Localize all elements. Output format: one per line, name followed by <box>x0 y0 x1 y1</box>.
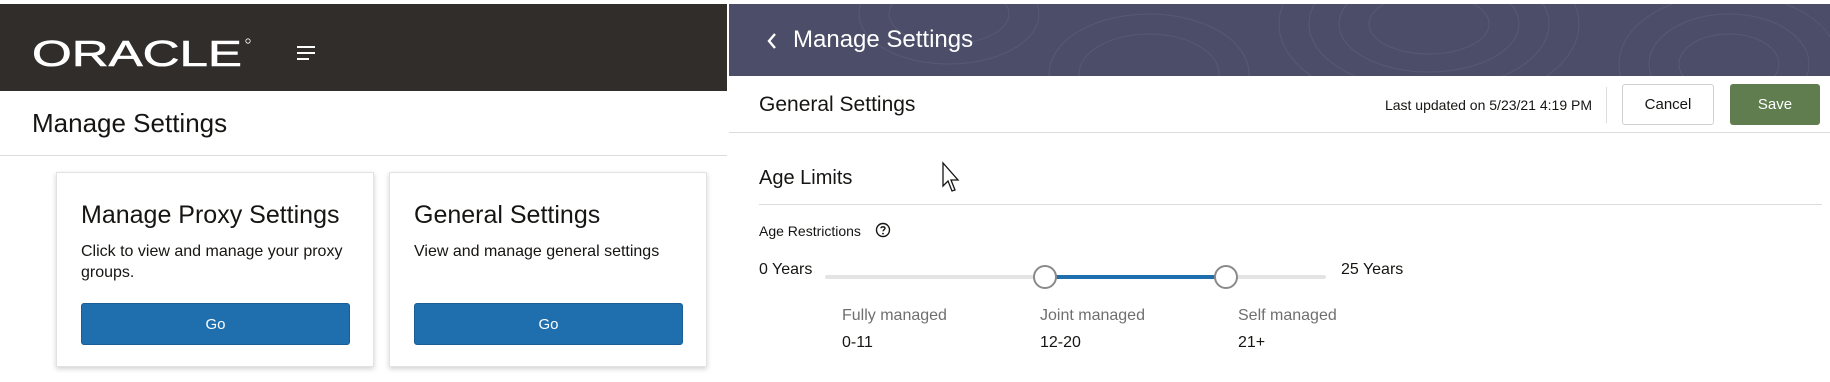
oracle-logo: ORACLE <box>32 36 251 70</box>
right-panel: Manage Settings General Settings Last up… <box>729 0 1830 382</box>
range-self-managed: Self managed 21+ <box>1238 307 1337 352</box>
section-page-title: General Settings <box>759 93 916 116</box>
last-updated-text: Last updated on 5/23/21 4:19 PM <box>1384 97 1592 113</box>
proxy-settings-card: Manage Proxy Settings Click to view and … <box>56 172 374 367</box>
card-title: Manage Proxy Settings <box>81 201 340 229</box>
general-settings-card: General Settings View and manage general… <box>389 172 707 367</box>
range-name: Fully managed <box>842 307 947 324</box>
chevron-left-icon[interactable] <box>765 31 779 51</box>
range-name: Joint managed <box>1040 307 1145 324</box>
settings-toolbar: General Settings Last updated on 5/23/21… <box>729 76 1830 133</box>
slider-min-label: 0 Years <box>759 261 813 278</box>
age-range-slider-track[interactable] <box>825 275 1326 279</box>
card-title: General Settings <box>414 201 601 229</box>
mouse-cursor-icon <box>942 161 960 192</box>
card-description: Click to view and manage your proxy grou… <box>81 243 343 281</box>
oracle-logo-text: ORACLE <box>32 36 242 70</box>
age-limits-heading: Age Limits <box>759 167 853 189</box>
age-range-slider-fill <box>1045 275 1226 279</box>
header-title: Manage Settings <box>793 26 974 53</box>
range-joint-managed: Joint managed 12-20 <box>1040 307 1145 352</box>
manage-settings-header: Manage Settings <box>729 4 1830 76</box>
go-button-general-settings[interactable]: Go <box>414 303 683 345</box>
age-restrictions-label: Age Restrictions <box>759 223 861 239</box>
card-description: View and manage general settings <box>414 243 660 260</box>
range-value: 12-20 <box>1040 334 1081 351</box>
question-circle-icon[interactable] <box>875 222 891 238</box>
range-fully-managed: Fully managed 0-11 <box>842 307 947 352</box>
range-value: 21+ <box>1238 334 1266 351</box>
hamburger-menu-icon[interactable] <box>297 44 319 62</box>
slider-high-handle[interactable] <box>1213 265 1238 289</box>
app-header: ORACLE <box>0 0 727 91</box>
range-value: 0-11 <box>842 334 873 351</box>
toolbar-separator <box>1606 87 1607 123</box>
left-panel: ORACLE Manage Settings Manage Proxy Sett… <box>0 0 727 382</box>
cancel-button[interactable]: Cancel <box>1622 84 1714 125</box>
slider-low-handle[interactable] <box>1033 265 1058 289</box>
page-title: Manage Settings <box>32 108 228 138</box>
go-button-proxy-settings[interactable]: Go <box>81 303 350 345</box>
save-button[interactable]: Save <box>1730 84 1820 125</box>
range-name: Self managed <box>1238 307 1337 324</box>
divider <box>0 155 727 156</box>
slider-max-label: 25 Years <box>1341 261 1404 278</box>
divider <box>759 204 1822 205</box>
